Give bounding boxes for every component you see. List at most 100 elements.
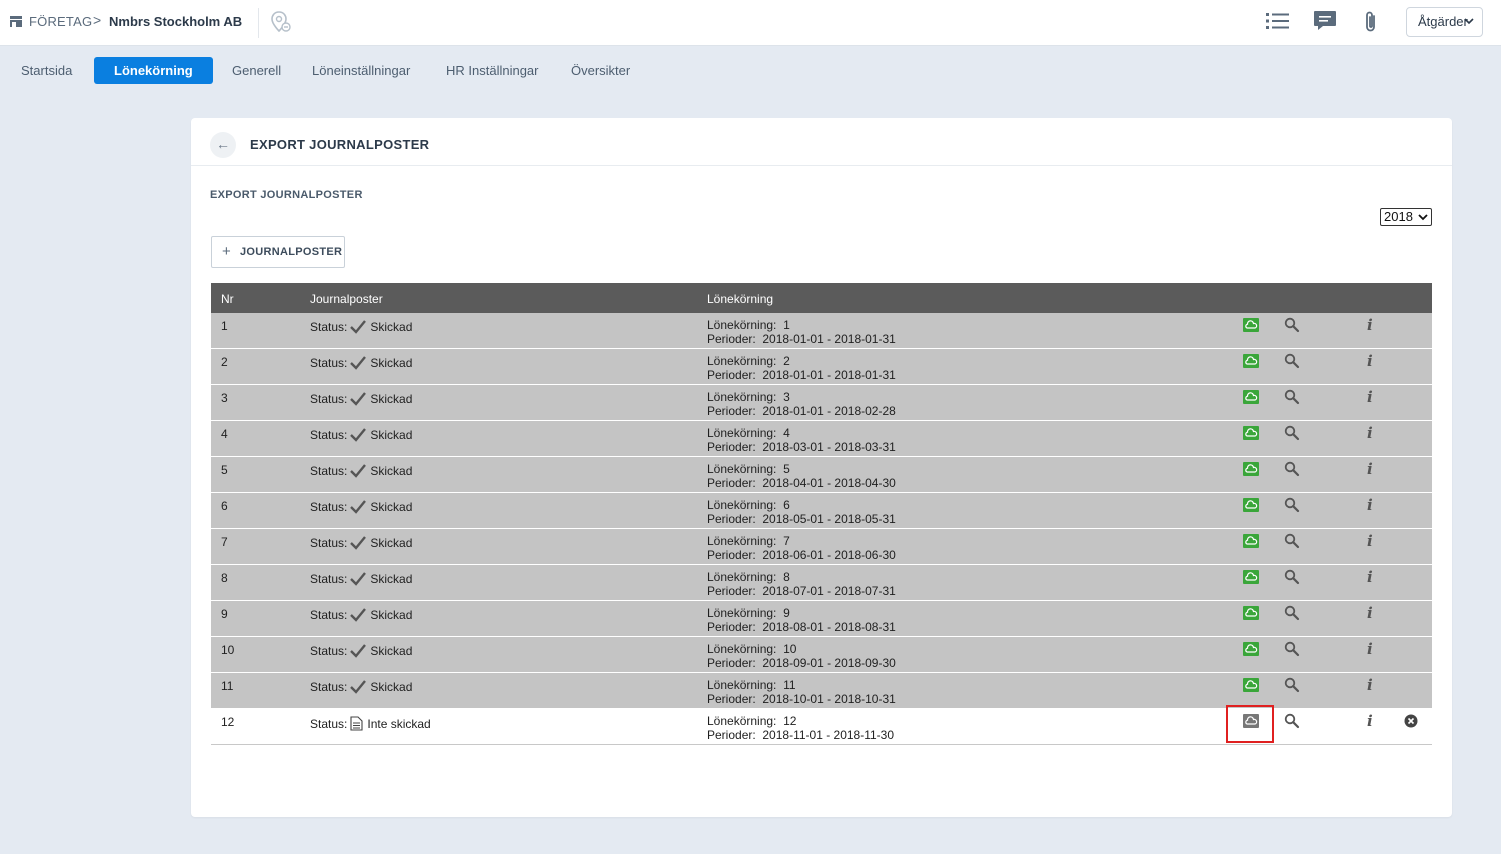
- status-label: Status:: [310, 356, 348, 370]
- status-value: Skickad: [370, 464, 413, 478]
- tab-oversikter[interactable]: Översikter: [561, 57, 640, 84]
- breadcrumb-company[interactable]: FÖRETAG: [29, 14, 92, 29]
- paperclip-icon[interactable]: [1362, 10, 1380, 34]
- search-icon[interactable]: [1284, 317, 1300, 333]
- info-icon[interactable]: i: [1367, 316, 1373, 334]
- search-icon[interactable]: [1284, 641, 1300, 657]
- chat-icon[interactable]: [1313, 10, 1337, 32]
- lonekorning-label: Lönekörning:: [707, 426, 777, 440]
- tab-hr-installningar[interactable]: HR Inställningar: [436, 57, 549, 84]
- tab-lonekorning[interactable]: Lönekörning: [94, 57, 213, 84]
- period-label: Perioder:: [707, 440, 756, 454]
- period-label: Perioder:: [707, 692, 756, 706]
- info-icon[interactable]: i: [1367, 352, 1373, 370]
- search-icon[interactable]: [1284, 353, 1300, 369]
- export-cloud-icon[interactable]: [1243, 462, 1259, 476]
- search-icon[interactable]: [1284, 713, 1300, 729]
- lonekorning-value: 9: [783, 606, 790, 620]
- lonekorning-value: 10: [783, 642, 797, 656]
- row-number: 2: [221, 355, 228, 369]
- page-title: EXPORT JOURNALPOSTER: [250, 137, 430, 152]
- add-journalposter-button[interactable]: + JOURNALPOSTER: [211, 236, 345, 268]
- lonekorning-label: Lönekörning:: [707, 714, 777, 728]
- tab-generell[interactable]: Generell: [222, 57, 291, 84]
- row-lonekorning: Lönekörning: 7 Perioder: 2018-06-01 - 201…: [707, 534, 896, 562]
- row-lonekorning: Lönekörning: 12 Perioder: 2018-11-01 - 20…: [707, 714, 894, 742]
- export-cloud-icon[interactable]: [1243, 642, 1259, 656]
- status-label: Status:: [310, 464, 348, 478]
- lonekorning-label: Lönekörning:: [707, 534, 777, 548]
- period-value: 2018-09-01 - 2018-09-30: [762, 656, 896, 670]
- search-icon[interactable]: [1284, 569, 1300, 585]
- export-cloud-icon[interactable]: [1243, 426, 1259, 440]
- period-value: 2018-07-01 - 2018-07-31: [762, 584, 896, 598]
- search-icon[interactable]: [1284, 461, 1300, 477]
- status-label: Status:: [310, 644, 348, 658]
- export-cloud-icon[interactable]: [1243, 354, 1259, 368]
- period-value: 2018-06-01 - 2018-06-30: [762, 548, 896, 562]
- search-icon[interactable]: [1284, 605, 1300, 621]
- info-icon[interactable]: i: [1367, 532, 1373, 550]
- row-lonekorning: Lönekörning: 9 Perioder: 2018-08-01 - 201…: [707, 606, 896, 634]
- row-status: Status: Skickad: [310, 536, 412, 550]
- checkmark-icon: [350, 644, 367, 658]
- search-icon[interactable]: [1284, 677, 1300, 693]
- period-value: 2018-05-01 - 2018-05-31: [762, 512, 896, 526]
- info-icon[interactable]: i: [1367, 640, 1373, 658]
- back-button[interactable]: ←: [210, 132, 236, 158]
- tab-startsida[interactable]: Startsida: [11, 57, 82, 84]
- search-icon[interactable]: [1284, 425, 1300, 441]
- top-bar: FÖRETAG > Nmbrs Stockholm AB Åtgärder: [0, 0, 1501, 46]
- section-title: EXPORT JOURNALPOSTER: [210, 189, 363, 201]
- info-icon[interactable]: i: [1367, 712, 1373, 730]
- info-icon[interactable]: i: [1367, 676, 1373, 694]
- period-label: Perioder:: [707, 512, 756, 526]
- info-icon[interactable]: i: [1367, 568, 1373, 586]
- search-icon[interactable]: [1284, 497, 1300, 513]
- lonekorning-value: 3: [783, 390, 790, 404]
- info-icon[interactable]: i: [1367, 496, 1373, 514]
- checkmark-icon: [350, 392, 367, 406]
- breadcrumb-separator-icon: >: [93, 12, 102, 28]
- info-icon[interactable]: i: [1367, 388, 1373, 406]
- period-label: Perioder:: [707, 728, 756, 742]
- info-icon[interactable]: i: [1367, 604, 1373, 622]
- status-label: Status:: [310, 500, 348, 514]
- row-status: Status: Skickad: [310, 608, 412, 622]
- export-cloud-icon[interactable]: [1243, 570, 1259, 584]
- actions-label: Åtgärder: [1418, 14, 1468, 29]
- export-cloud-icon[interactable]: [1243, 318, 1259, 332]
- row-status: Status: Skickad: [310, 320, 412, 334]
- lonekorning-label: Lönekörning:: [707, 462, 777, 476]
- export-cloud-icon[interactable]: [1243, 606, 1259, 620]
- chevron-down-icon: [1464, 18, 1474, 25]
- location-pin-icon[interactable]: [270, 10, 292, 34]
- company-icon[interactable]: [9, 15, 23, 28]
- table-row: 2 Status: Skickad Lönekörning: 2 Perioder:…: [211, 349, 1432, 385]
- export-cloud-icon[interactable]: [1243, 390, 1259, 404]
- search-icon[interactable]: [1284, 389, 1300, 405]
- row-status: Status: Skickad: [310, 464, 412, 478]
- lonekorning-value: 4: [783, 426, 790, 440]
- export-cloud-icon[interactable]: [1243, 498, 1259, 512]
- table-row: 5 Status: Skickad Lönekörning: 5 Perioder:…: [211, 457, 1432, 493]
- list-icon[interactable]: [1266, 10, 1290, 32]
- table-body: 1 Status: Skickad Lönekörning: 1 Perioder:…: [211, 313, 1432, 745]
- export-cloud-icon[interactable]: [1243, 678, 1259, 692]
- lonekorning-value: 2: [783, 354, 790, 368]
- year-select[interactable]: 2018: [1380, 208, 1432, 226]
- actions-dropdown[interactable]: Åtgärder: [1406, 7, 1483, 37]
- row-number: 4: [221, 427, 228, 441]
- status-label: Status:: [310, 392, 348, 406]
- info-icon[interactable]: i: [1367, 460, 1373, 478]
- lonekorning-label: Lönekörning:: [707, 498, 777, 512]
- chevron-down-icon: [1418, 214, 1428, 221]
- breadcrumb-company-name[interactable]: Nmbrs Stockholm AB: [109, 14, 242, 29]
- search-icon[interactable]: [1284, 533, 1300, 549]
- period-value: 2018-11-01 - 2018-11-30: [762, 728, 895, 742]
- tab-loneinstallningar[interactable]: Löneinställningar: [302, 57, 420, 84]
- info-icon[interactable]: i: [1367, 424, 1373, 442]
- export-cloud-icon[interactable]: [1243, 534, 1259, 548]
- delete-icon[interactable]: [1404, 714, 1418, 728]
- checkmark-icon: [350, 464, 367, 478]
